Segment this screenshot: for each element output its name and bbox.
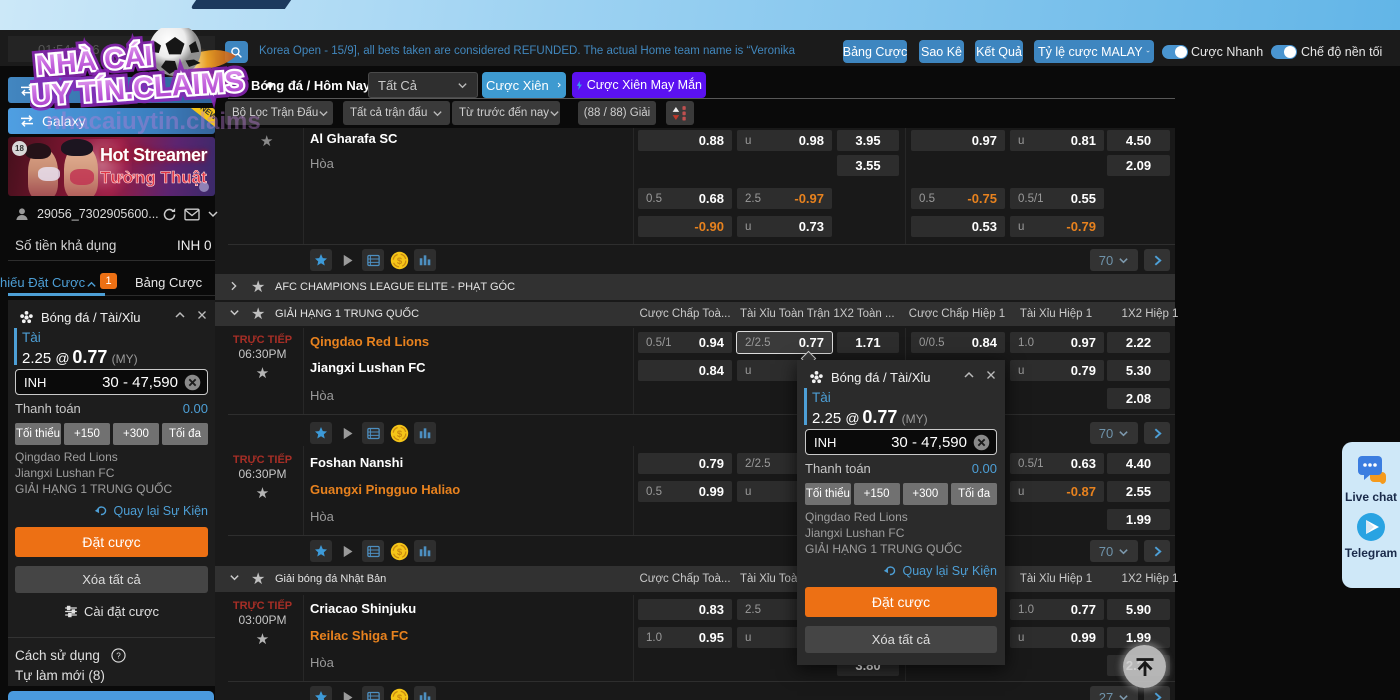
svg-text:?: ? (116, 652, 121, 661)
svg-text:$: $ (396, 547, 402, 558)
svg-text:$: $ (396, 693, 402, 700)
svg-text:$: $ (396, 429, 402, 440)
svg-text:$: $ (396, 256, 402, 267)
